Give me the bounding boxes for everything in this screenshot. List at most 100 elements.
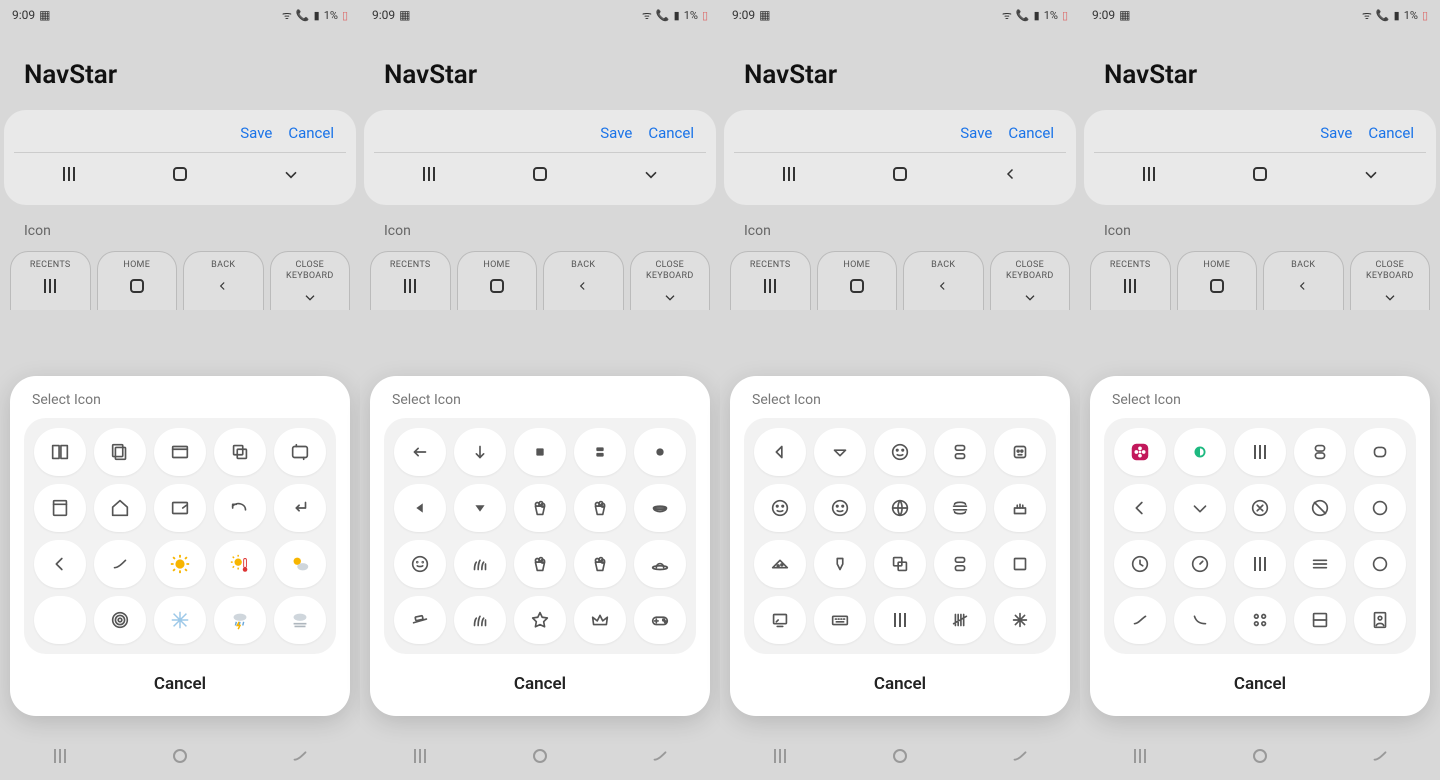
icon-option-curve2[interactable] <box>1114 596 1166 644</box>
sheet-cancel-button[interactable]: Cancel <box>384 654 696 698</box>
save-button[interactable]: Save <box>1320 124 1352 142</box>
icon-option-spiral[interactable] <box>94 596 146 644</box>
icon-option-return[interactable] <box>274 484 326 532</box>
icon-option-undo[interactable] <box>214 484 266 532</box>
nav-slot[interactable]: HOME <box>817 251 898 310</box>
icon-option-cake[interactable] <box>994 484 1046 532</box>
icon-option-face2[interactable] <box>754 484 806 532</box>
icon-option-robot[interactable] <box>994 428 1046 476</box>
icon-option-face-смile[interactable] <box>874 428 926 476</box>
icon-option-sq-outline[interactable] <box>994 540 1046 588</box>
icon-option-arrow-down[interactable] <box>454 428 506 476</box>
icon-option-pill[interactable] <box>1294 428 1346 476</box>
nav-slot[interactable]: CLOSE KEYBOARD <box>990 251 1071 310</box>
icon-option-stack[interactable] <box>934 428 986 476</box>
sys-back-button[interactable] <box>630 745 690 767</box>
cancel-button[interactable]: Cancel <box>648 124 694 142</box>
icon-option-green-dot[interactable] <box>1174 428 1226 476</box>
nav-slot[interactable]: HOME <box>97 251 178 310</box>
icon-option-panel[interactable] <box>34 484 86 532</box>
icon-option-arrow-left[interactable] <box>394 428 446 476</box>
icon-option-swoosh[interactable] <box>1174 596 1226 644</box>
nav-slot[interactable]: RECENTS <box>10 251 91 310</box>
icon-option-squares[interactable] <box>214 428 266 476</box>
icon-option-window[interactable] <box>154 428 206 476</box>
nav-slot[interactable]: BACK <box>903 251 984 310</box>
icon-option-chev-left2[interactable] <box>1114 484 1166 532</box>
sys-back-button[interactable] <box>270 745 330 767</box>
icon-option-crown[interactable] <box>574 596 626 644</box>
icon-option-clock[interactable] <box>1114 540 1166 588</box>
nav-slot[interactable]: CLOSE KEYBOARD <box>270 251 351 310</box>
icon-option-pink-flower[interactable] <box>1114 428 1166 476</box>
icon-option-house[interactable] <box>94 484 146 532</box>
icon-option-rect-round[interactable] <box>1354 428 1406 476</box>
icon-option-bowl[interactable] <box>634 484 686 532</box>
nav-slot[interactable]: BACK <box>1263 251 1344 310</box>
icon-option-star[interactable] <box>514 596 566 644</box>
icon-option-sun-cloud[interactable] <box>274 540 326 588</box>
icon-option-chev-down2[interactable] <box>1174 484 1226 532</box>
icon-option-stack2[interactable] <box>934 540 986 588</box>
icon-option-loop[interactable] <box>274 428 326 476</box>
icon-option-grass2[interactable] <box>454 596 506 644</box>
icon-option-asterisk[interactable] <box>994 596 1046 644</box>
cancel-button[interactable]: Cancel <box>288 124 334 142</box>
icon-option-storm[interactable] <box>214 596 266 644</box>
icon-option-menu[interactable] <box>1294 540 1346 588</box>
sys-back-button[interactable] <box>1350 745 1410 767</box>
sheet-cancel-button[interactable]: Cancel <box>24 654 336 698</box>
nav-slot[interactable]: BACK <box>183 251 264 310</box>
icon-option-popcorn2[interactable] <box>574 484 626 532</box>
icon-option-gamepad[interactable] <box>634 596 686 644</box>
icon-option-popcorn4[interactable] <box>574 540 626 588</box>
icon-option-tally[interactable] <box>934 596 986 644</box>
icon-option-popcorn[interactable] <box>514 484 566 532</box>
icon-option-sled[interactable] <box>394 596 446 644</box>
sys-recents-button[interactable] <box>1110 749 1170 763</box>
sys-recents-button[interactable] <box>390 749 450 763</box>
nav-slot[interactable]: RECENTS <box>1090 251 1171 310</box>
icon-option-down-shape[interactable] <box>814 428 866 476</box>
icon-option-inbox[interactable] <box>154 484 206 532</box>
icon-option-chev-left[interactable] <box>34 540 86 588</box>
icon-option-bars[interactable] <box>874 596 926 644</box>
nav-slot[interactable]: RECENTS <box>730 251 811 310</box>
save-button[interactable]: Save <box>600 124 632 142</box>
icon-option-bars3[interactable] <box>1234 540 1286 588</box>
icon-option-snow[interactable] <box>154 596 206 644</box>
icon-option-square-solid[interactable] <box>514 428 566 476</box>
icon-option-cheese[interactable] <box>754 540 806 588</box>
icon-option-sun[interactable] <box>154 540 206 588</box>
icon-option-tri-down[interactable] <box>454 484 506 532</box>
icon-option-curve[interactable] <box>94 540 146 588</box>
sys-recents-button[interactable] <box>750 749 810 763</box>
icon-option-popcorn3[interactable] <box>514 540 566 588</box>
icon-option-copy2[interactable] <box>874 540 926 588</box>
icon-option-burger[interactable] <box>934 484 986 532</box>
icon-option-screen[interactable] <box>754 596 806 644</box>
icon-option-portrait[interactable] <box>1354 596 1406 644</box>
icon-option-two-squares[interactable] <box>574 428 626 476</box>
cancel-button[interactable]: Cancel <box>1008 124 1054 142</box>
icon-option-tri-left[interactable] <box>394 484 446 532</box>
sheet-cancel-button[interactable]: Cancel <box>744 654 1056 698</box>
icon-option-ice[interactable] <box>814 540 866 588</box>
nav-slot[interactable]: HOME <box>1177 251 1258 310</box>
icon-option-book[interactable] <box>34 428 86 476</box>
nav-slot[interactable]: CLOSE KEYBOARD <box>1350 251 1431 310</box>
sys-back-button[interactable] <box>990 745 1050 767</box>
nav-slot[interactable]: BACK <box>543 251 624 310</box>
icon-option-keyboard[interactable] <box>814 596 866 644</box>
icon-option-split[interactable] <box>1294 596 1346 644</box>
icon-option-copy[interactable] <box>94 428 146 476</box>
sheet-cancel-button[interactable]: Cancel <box>1104 654 1416 698</box>
icon-option-ball[interactable] <box>874 484 926 532</box>
sys-recents-button[interactable] <box>30 749 90 763</box>
icon-option-fog[interactable] <box>274 596 326 644</box>
icon-option-no-entry[interactable] <box>1294 484 1346 532</box>
save-button[interactable]: Save <box>960 124 992 142</box>
icon-option-back-shape[interactable] <box>754 428 806 476</box>
icon-option-grass[interactable] <box>454 540 506 588</box>
icon-option-face3[interactable] <box>814 484 866 532</box>
